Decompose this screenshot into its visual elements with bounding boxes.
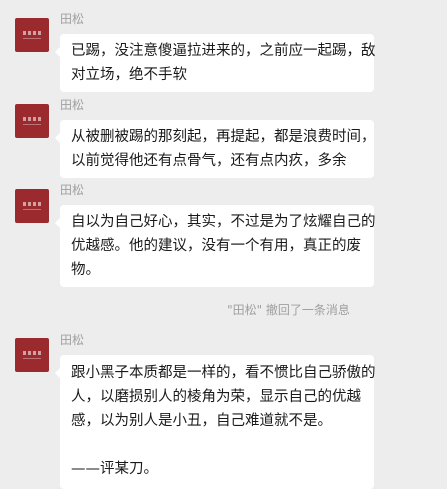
message-bubble[interactable]: 从被删被踢的那刻起，再提起，都是浪费时间， 以前觉得他还有点骨气，还有点内疚，多… [55,120,376,178]
avatar[interactable] [15,104,49,138]
sender-name: 田松 [60,12,85,26]
sender-name: 田松 [60,183,85,197]
message-line [71,433,363,457]
avatar[interactable] [15,18,49,52]
message-bubble[interactable]: 跟小黑子本质都是一样的，看不惯比自己骄傲的 人，以磨损别人的棱角为荣，显示自己的… [55,355,376,489]
message-line: 物。 [71,262,100,278]
message-line: 人，以磨损别人的棱角为荣，显示自己的优越 [71,389,361,405]
avatar-seal-line [23,358,41,359]
avatar-seal-icon [20,202,44,206]
message-line: 已踢，没注意傻逼拉进来的，之前应一起踢，敌 [71,43,376,59]
sender-name: 田松 [60,333,85,347]
avatar-seal-line [23,209,41,210]
message-line: 从被删被踢的那刻起，再提起，都是浪费时间， [71,129,376,145]
message-line: 以前觉得他还有点骨气，还有点内疚，多余 [71,153,347,169]
message-line: 对立场，绝不手软 [71,67,187,83]
avatar-seal-icon [20,31,44,35]
message-bubble[interactable]: 已踢，没注意傻逼拉进来的，之前应一起踢，敌 对立场，绝不手软 [55,34,376,92]
message-bubble[interactable]: 自以为自己好心，其实，不过是为了炫耀自己的 优越感。他的建议，没有一个有用，真正… [55,205,376,287]
avatar[interactable] [15,338,49,372]
message-line: 感，以为别人是小丑，自己难道就不是。 [71,413,332,429]
message-line: 优越感。他的建议，没有一个有用，真正的废 [71,238,361,254]
avatar-seal-icon [20,117,44,121]
avatar-seal-line [23,124,41,125]
message-line: ——评某刀。 [71,461,158,477]
recall-notice: "田松" 撤回了一条消息 [227,303,350,317]
message-line: 自以为自己好心，其实，不过是为了炫耀自己的 [71,214,376,230]
sender-name: 田松 [60,98,85,112]
avatar-seal-icon [20,351,44,355]
avatar[interactable] [15,189,49,223]
message-line: 跟小黑子本质都是一样的，看不惯比自己骄傲的 [71,365,376,381]
avatar-seal-line [23,38,41,39]
